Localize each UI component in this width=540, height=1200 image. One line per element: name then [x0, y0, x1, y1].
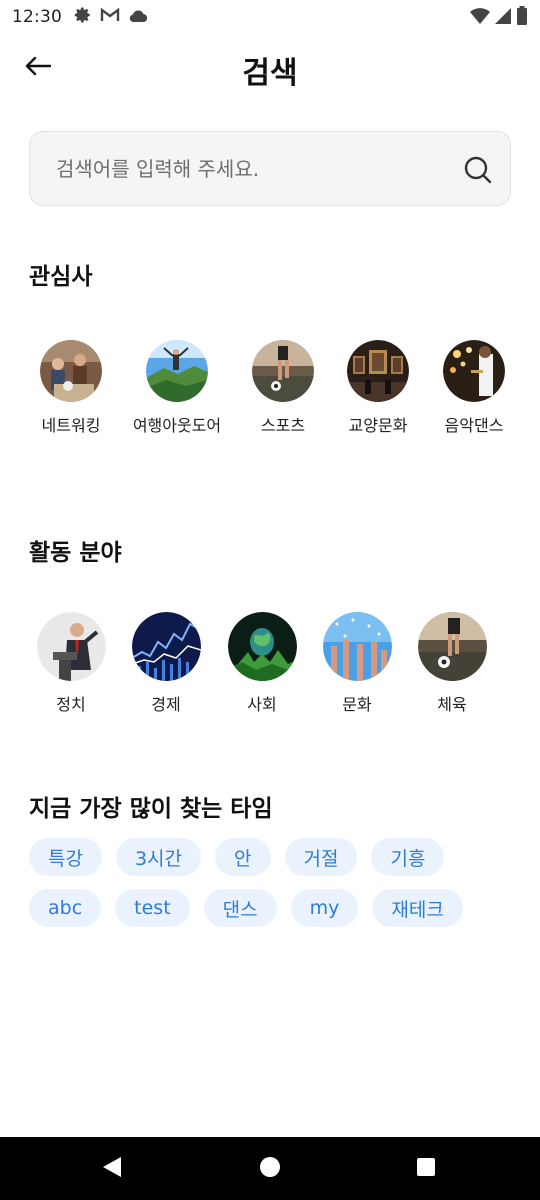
nav-recents-button[interactable] [408, 1151, 444, 1187]
tag-chip[interactable]: abc [29, 889, 102, 927]
culture-crowd-photo [322, 612, 392, 681]
physical-education-photo [417, 612, 487, 681]
status-time: 12:30 [12, 7, 62, 27]
interest-item-sports[interactable]: 스포츠 [230, 340, 336, 436]
status-icons-right [470, 6, 528, 30]
politics-photo [36, 612, 106, 681]
search-icon[interactable] [464, 156, 492, 184]
activity-item-physical-education[interactable]: 체육 [402, 612, 502, 715]
tag-chip[interactable]: 댄스 [203, 889, 277, 927]
travel-outdoor-photo [146, 340, 208, 402]
culture-photo [347, 340, 409, 402]
society-photo [227, 612, 297, 681]
activity-label: 경제 [151, 695, 181, 714]
interests-title: 관심사 [29, 264, 93, 290]
networking-photo [40, 340, 102, 402]
signal-icon [494, 7, 512, 29]
gmail-icon [100, 7, 120, 27]
activity-item-politics[interactable]: 정치 [21, 612, 121, 715]
wifi-icon [470, 7, 490, 29]
nav-back-button[interactable] [94, 1151, 130, 1187]
search-box [29, 131, 511, 206]
circle-home-icon [259, 1156, 281, 1182]
tag-chip[interactable]: 안 [215, 838, 271, 876]
activity-item-culture[interactable]: 문화 [307, 612, 407, 715]
interest-item-travel-outdoor[interactable]: 여행아웃도어 [124, 340, 230, 436]
page-title: 검색 [242, 56, 298, 91]
settings-icon [74, 6, 92, 28]
activity-item-economy[interactable]: 경제 [116, 612, 216, 715]
activity-label: 정치 [56, 695, 86, 714]
activity-label: 체육 [437, 695, 467, 714]
interest-item-music-dance[interactable]: 음악댄스 [421, 340, 527, 436]
activities-title: 활동 분야 [29, 540, 122, 566]
music-dance-photo [443, 340, 505, 402]
tag-chip[interactable]: my [290, 889, 359, 927]
popular-tag-list: 특강 3시간 안 거절 기흥 abc test 댄스 my 재테크 [29, 838, 511, 940]
activity-item-society[interactable]: 사회 [212, 612, 312, 715]
interest-label: 네트워킹 [41, 416, 101, 435]
activity-label: 문화 [342, 695, 372, 714]
status-icons-left [74, 6, 148, 28]
tag-chip[interactable]: test [115, 889, 190, 927]
nav-home-button[interactable] [252, 1151, 288, 1187]
interest-item-networking[interactable]: 네트워킹 [18, 340, 124, 436]
battery-icon [516, 6, 528, 30]
sports-photo [252, 340, 314, 402]
tag-row-1: 특강 3시간 안 거절 기흥 [29, 838, 511, 876]
status-bar: 12:30 [0, 0, 540, 34]
activity-label: 사회 [247, 695, 277, 714]
interest-item-culture[interactable]: 교양문화 [325, 340, 431, 436]
tag-row-2: abc test 댄스 my 재테크 [29, 889, 511, 927]
square-recents-icon [416, 1157, 436, 1181]
triangle-back-icon [101, 1155, 123, 1183]
search-input[interactable] [56, 132, 456, 205]
tag-chip[interactable]: 재테크 [372, 889, 463, 927]
interest-label: 교양문화 [348, 416, 408, 435]
tag-chip[interactable]: 기흥 [371, 838, 445, 876]
interest-label: 여행아웃도어 [132, 416, 222, 435]
cloud-icon [128, 8, 148, 27]
system-nav-bar [0, 1137, 540, 1200]
header: 검색 [0, 34, 540, 104]
tag-chip[interactable]: 3시간 [115, 838, 202, 876]
tag-chip[interactable]: 거절 [284, 838, 358, 876]
interest-label: 스포츠 [260, 416, 306, 435]
interest-label: 음악댄스 [444, 416, 504, 435]
economy-photo [131, 612, 201, 681]
tag-chip[interactable]: 특강 [29, 838, 102, 876]
popular-title: 지금 가장 많이 찾는 타임 [29, 796, 273, 822]
